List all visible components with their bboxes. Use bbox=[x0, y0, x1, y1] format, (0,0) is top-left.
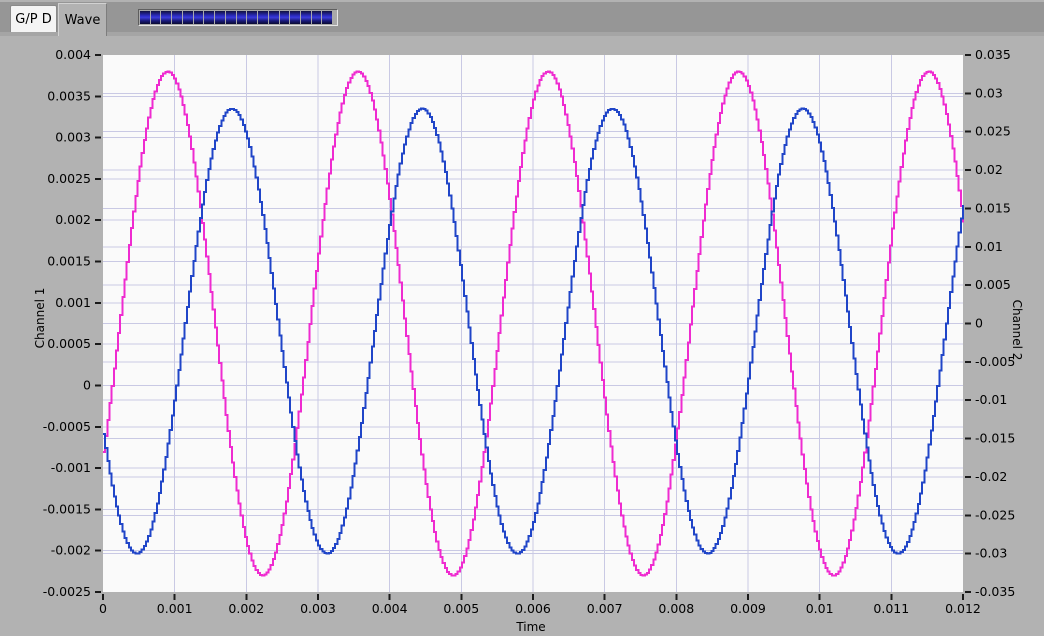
waveform-graph[interactable]: 0.004 0.0035 0.003 0.0025 0.002 0.0015 0.001 0.… bbox=[0, 0, 1044, 636]
svg-text:-0.0015: -0.0015 bbox=[43, 501, 91, 516]
svg-text:-0.01: -0.01 bbox=[975, 392, 1007, 407]
svg-text:0.001: 0.001 bbox=[55, 295, 91, 310]
left-tick-labels: 0.004 0.0035 0.003 0.0025 0.002 0.0015 0.001 0.… bbox=[43, 47, 91, 599]
svg-text:0.01: 0.01 bbox=[806, 601, 834, 616]
svg-text:0.0025: 0.0025 bbox=[47, 171, 91, 186]
x-axis-label: Time bbox=[516, 620, 546, 634]
svg-text:0.0005: 0.0005 bbox=[47, 336, 91, 351]
svg-text:0: 0 bbox=[975, 316, 983, 331]
svg-text:0.005: 0.005 bbox=[975, 277, 1011, 292]
svg-text:0.007: 0.007 bbox=[587, 601, 623, 616]
svg-text:0.001: 0.001 bbox=[157, 601, 193, 616]
svg-text:0.002: 0.002 bbox=[55, 212, 91, 227]
svg-text:0.011: 0.011 bbox=[873, 601, 909, 616]
svg-text:-0.015: -0.015 bbox=[975, 431, 1015, 446]
right-axis-label: Channel 2 bbox=[1010, 299, 1024, 361]
svg-text:0.003: 0.003 bbox=[300, 601, 336, 616]
svg-text:0.012: 0.012 bbox=[945, 601, 981, 616]
svg-text:-0.001: -0.001 bbox=[51, 460, 91, 475]
svg-text:0.003: 0.003 bbox=[55, 130, 91, 145]
svg-text:0.025: 0.025 bbox=[975, 124, 1011, 139]
svg-text:0: 0 bbox=[83, 377, 91, 392]
svg-text:-0.002: -0.002 bbox=[51, 543, 91, 558]
svg-text:-0.0025: -0.0025 bbox=[43, 584, 91, 599]
svg-text:-0.03: -0.03 bbox=[975, 546, 1007, 561]
svg-text:0.006: 0.006 bbox=[515, 601, 551, 616]
svg-text:0.01: 0.01 bbox=[975, 239, 1003, 254]
front-panel: G/P D Wave 0.004 0.0035 0.003 0.0025 0.002 0.… bbox=[0, 0, 1044, 636]
svg-text:0.002: 0.002 bbox=[228, 601, 264, 616]
svg-text:0.004: 0.004 bbox=[55, 47, 91, 62]
svg-text:0.0035: 0.0035 bbox=[47, 88, 91, 103]
svg-text:0.0015: 0.0015 bbox=[47, 254, 91, 269]
svg-text:0.03: 0.03 bbox=[975, 85, 1003, 100]
svg-text:0.015: 0.015 bbox=[975, 200, 1011, 215]
x-tick-labels: 0 0.001 0.002 0.003 0.004 0.005 0.006 0.007 0.00… bbox=[99, 601, 981, 616]
svg-text:0.009: 0.009 bbox=[730, 601, 766, 616]
svg-text:0.004: 0.004 bbox=[372, 601, 408, 616]
left-axis-label: Channel 1 bbox=[33, 287, 47, 349]
svg-text:0.035: 0.035 bbox=[975, 47, 1011, 62]
svg-text:-0.025: -0.025 bbox=[975, 507, 1015, 522]
svg-text:-0.02: -0.02 bbox=[975, 469, 1007, 484]
svg-text:0.008: 0.008 bbox=[658, 601, 694, 616]
svg-text:-0.0005: -0.0005 bbox=[43, 419, 91, 434]
svg-text:0.005: 0.005 bbox=[443, 601, 479, 616]
svg-text:0: 0 bbox=[99, 601, 107, 616]
svg-text:-0.035: -0.035 bbox=[975, 584, 1015, 599]
svg-text:0.02: 0.02 bbox=[975, 162, 1003, 177]
